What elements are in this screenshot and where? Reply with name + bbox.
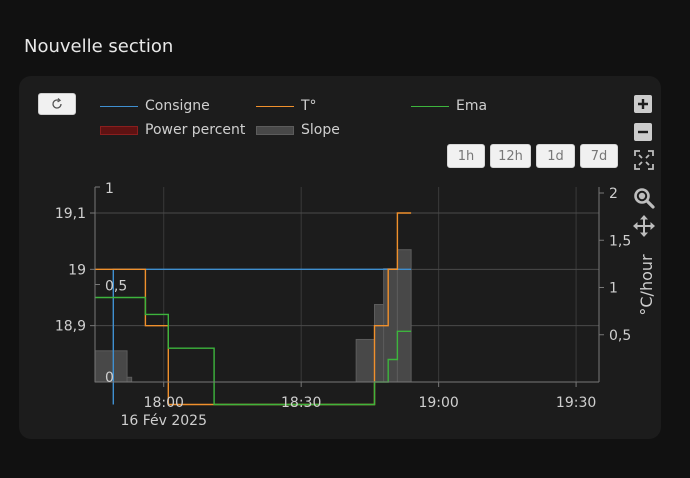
x-tick-label: 19:00	[418, 395, 458, 411]
slope-bar	[126, 376, 133, 383]
chart-svg[interactable]: 18,9 19 19,1 0 0,5 1 0,5 1 1,5 2 °C/hour 18:00 18:30…	[0, 0, 690, 478]
y-right-tick-label: 1,5	[609, 233, 631, 249]
y-right-tick-label: 0,5	[609, 328, 631, 344]
y-left-tick-label: 19	[68, 262, 86, 278]
y-left2-tick-label: 1	[105, 181, 114, 197]
x-tick-label: 18:00	[144, 395, 184, 411]
series-line-consigne	[112, 268, 412, 405]
slope-bar	[373, 304, 385, 383]
x-tick-label: 19:30	[556, 395, 596, 411]
y-left-tick-label: 18,9	[55, 319, 86, 335]
y-left2-tick-label: 0	[105, 370, 114, 386]
x-tick-label: 18:30	[281, 395, 321, 411]
y-right-tick-label: 2	[609, 186, 618, 202]
y-right-axis-label: °C/hour	[637, 254, 656, 316]
slope-bar	[355, 338, 375, 383]
y-left-tick-label: 19,1	[55, 206, 86, 222]
x-date-label: 16 Fév 2025	[120, 413, 207, 429]
y-left2-tick-label: 0,5	[105, 279, 127, 295]
y-right-tick-label: 1	[609, 281, 618, 297]
